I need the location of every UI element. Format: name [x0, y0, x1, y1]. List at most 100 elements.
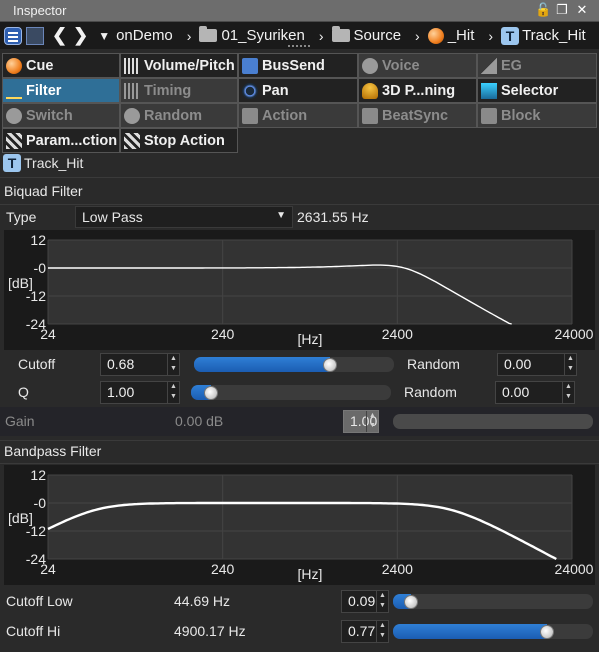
breadcrumb-item[interactable]: › T Track_Hit — [480, 26, 586, 45]
x-tick-label: 2400 — [382, 326, 413, 342]
forward-arrow-icon[interactable]: ❯ — [73, 25, 88, 46]
breadcrumb-item[interactable]: › Source — [311, 26, 401, 44]
spinner-arrows-icon[interactable]: ▲ ▼ — [564, 354, 576, 375]
module-button-voice[interactable]: Voice — [358, 53, 477, 78]
lock-icon[interactable]: 🔓 — [535, 3, 551, 17]
module-label: Volume/Pitch — [144, 57, 235, 74]
spinner-arrows-icon[interactable]: ▲ ▼ — [562, 382, 574, 403]
breadcrumb-item[interactable]: › _Hit — [407, 27, 474, 44]
chevron-right-icon: › — [318, 27, 324, 44]
chevron-down-icon: ▼ — [276, 210, 286, 221]
module-button-volume-pitch[interactable]: Volume/Pitch — [120, 53, 238, 78]
restore-icon[interactable]: ❐ — [555, 3, 569, 17]
module-button-cue[interactable]: Cue — [2, 53, 120, 78]
q-spinbox[interactable]: 1.00 ▲ ▼ — [100, 381, 180, 404]
action-icon — [242, 107, 258, 124]
selector-icon — [481, 82, 497, 99]
module-label: EG — [501, 57, 522, 74]
module-button-switch[interactable]: Switch — [2, 103, 120, 128]
chevron-right-icon: › — [415, 27, 420, 44]
random-cutoff-label: Random — [407, 356, 460, 372]
x-tick-label: 24 — [40, 561, 56, 577]
module-label: Stop Action — [144, 132, 225, 149]
y-tick-label: 12 — [30, 467, 46, 483]
close-icon[interactable]: ✕ — [575, 3, 589, 17]
folder-icon — [199, 26, 218, 42]
spinner-arrows-icon[interactable]: ▲ ▼ — [376, 591, 388, 612]
cutoff-hi-slider-knob[interactable] — [540, 625, 554, 639]
module-button-filter[interactable]: Filter — [2, 78, 120, 103]
module-button-eg[interactable]: EG — [477, 53, 597, 78]
module-button-beatsync[interactable]: BeatSync — [358, 103, 477, 128]
filter-type-dropdown[interactable]: Low Pass ▼ — [75, 206, 293, 228]
module-button-param-ction[interactable]: Param...ction — [2, 128, 120, 153]
random-q-spinbox[interactable]: 0.00 ▲ ▼ — [495, 381, 575, 404]
module-button-selector[interactable]: Selector — [477, 78, 597, 103]
bandpass-section-title: Bandpass Filter — [4, 443, 102, 459]
module-label: Cue — [26, 57, 54, 74]
cutoff-hi-spinbox[interactable]: 0.77 ▲ ▼ — [341, 620, 389, 643]
spinner-arrows-icon[interactable]: ▲ ▼ — [376, 621, 388, 642]
q-slider[interactable] — [191, 385, 391, 400]
splitter-grip[interactable] — [288, 45, 310, 49]
module-button-bussend[interactable]: BusSend — [238, 53, 358, 78]
module-button-random[interactable]: Random — [120, 103, 238, 128]
track-icon: T — [3, 154, 21, 172]
3d-panning-icon — [362, 82, 378, 99]
x-tick-label: 24 — [40, 326, 56, 342]
track-header: T Track_Hit — [3, 154, 83, 172]
menu-icon[interactable] — [4, 26, 22, 45]
module-button-pan[interactable]: Pan — [238, 78, 358, 103]
cutoff-low-slider[interactable] — [393, 594, 593, 609]
dropdown-arrow-icon: ▼ — [98, 28, 111, 43]
cue-orb-icon — [427, 27, 444, 44]
y-axis-unit: [dB] — [8, 275, 33, 291]
random-cutoff-spinbox[interactable]: 0.00 ▲ ▼ — [497, 353, 577, 376]
cutoff-low-slider-knob[interactable] — [404, 595, 418, 609]
x-tick-label: 240 — [211, 561, 235, 577]
y-tick-label: 12 — [30, 232, 46, 248]
x-tick-label: 2400 — [382, 561, 413, 577]
spinner-arrows-icon[interactable]: ▲ ▼ — [167, 382, 179, 403]
module-label: Action — [262, 107, 308, 124]
module-label: Random — [144, 107, 202, 124]
module-label: Param...ction — [26, 132, 118, 149]
filter-icon — [6, 83, 22, 99]
cutoff-hi-hz-readout: 4900.17 Hz — [174, 623, 246, 639]
random-icon — [124, 107, 140, 124]
module-button-action[interactable]: Action — [238, 103, 358, 128]
chevron-right-icon: › — [186, 27, 192, 44]
cutoff-low-spinbox[interactable]: 0.09 ▲ ▼ — [341, 590, 389, 613]
cutoff-label: Cutoff — [18, 356, 56, 372]
pin-window-icon[interactable] — [26, 26, 44, 45]
bussend-icon — [242, 57, 258, 74]
q-slider-knob[interactable] — [204, 386, 218, 400]
breadcrumb-item[interactable]: ▼ onDemo — [98, 27, 173, 44]
cutoff-spinbox[interactable]: 0.68 ▲ ▼ — [100, 353, 180, 376]
module-button-timing[interactable]: Timing — [120, 78, 238, 103]
spinner-arrows-icon[interactable]: ▲ ▼ — [167, 354, 179, 375]
gain-slider — [393, 414, 593, 429]
cutoff-hi-slider[interactable] — [393, 624, 593, 639]
block-icon — [481, 107, 497, 124]
plot-area — [48, 475, 572, 559]
q-label: Q — [18, 384, 29, 400]
clapper-icon — [6, 132, 22, 149]
clapper-icon — [124, 132, 140, 149]
module-label: Switch — [26, 107, 73, 124]
y-tick-label: -0 — [34, 260, 47, 276]
cutoff-slider[interactable] — [194, 357, 394, 372]
cutoff-slider-knob[interactable] — [323, 358, 337, 372]
back-arrow-icon[interactable]: ❮ — [52, 25, 67, 46]
x-axis-unit: [Hz] — [298, 331, 323, 347]
pan-icon — [242, 82, 258, 99]
module-button-block[interactable]: Block — [477, 103, 597, 128]
module-button-stop-action[interactable]: Stop Action — [120, 128, 238, 153]
switch-icon — [6, 107, 22, 124]
module-button-3d-p-ning[interactable]: 3D P...ning — [358, 78, 477, 103]
cutoff-hi-label: Cutoff Hi — [6, 623, 61, 639]
window-title: Inspector — [13, 3, 67, 18]
voice-icon — [362, 57, 378, 74]
gain-spinbox: 1.00 ▲ ▼ — [343, 410, 379, 433]
breadcrumb-item[interactable]: › 01_Syuriken — [179, 26, 305, 44]
